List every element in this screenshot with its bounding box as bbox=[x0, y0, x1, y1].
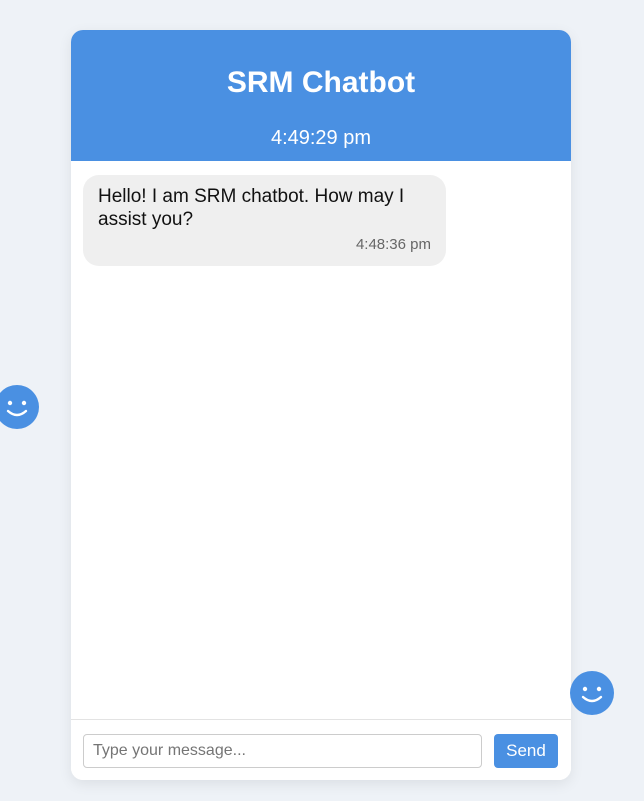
message-list[interactable]: Hello! I am SRM chatbot. How may I assis… bbox=[71, 161, 571, 749]
header-clock: 4:49:29 pm bbox=[270, 127, 372, 149]
message-input-bar: Send bbox=[71, 719, 571, 780]
message-timestamp: 4:48:36 pm bbox=[355, 236, 431, 253]
chat-window: SRM Chatbot 4:49:29 pm Hello! I am SRM c… bbox=[71, 30, 571, 780]
smiley-face-icon[interactable] bbox=[0, 385, 39, 429]
smiley-face-icon[interactable] bbox=[570, 671, 614, 715]
chat-header: SRM Chatbot 4:49:29 pm bbox=[71, 30, 571, 161]
message-input[interactable] bbox=[83, 734, 482, 768]
send-button[interactable]: Send bbox=[494, 734, 558, 768]
bot-message: Hello! I am SRM chatbot. How may I assis… bbox=[83, 175, 446, 266]
chat-title: SRM Chatbot bbox=[226, 66, 416, 99]
message-text: Hello! I am SRM chatbot. How may I assis… bbox=[98, 186, 405, 230]
